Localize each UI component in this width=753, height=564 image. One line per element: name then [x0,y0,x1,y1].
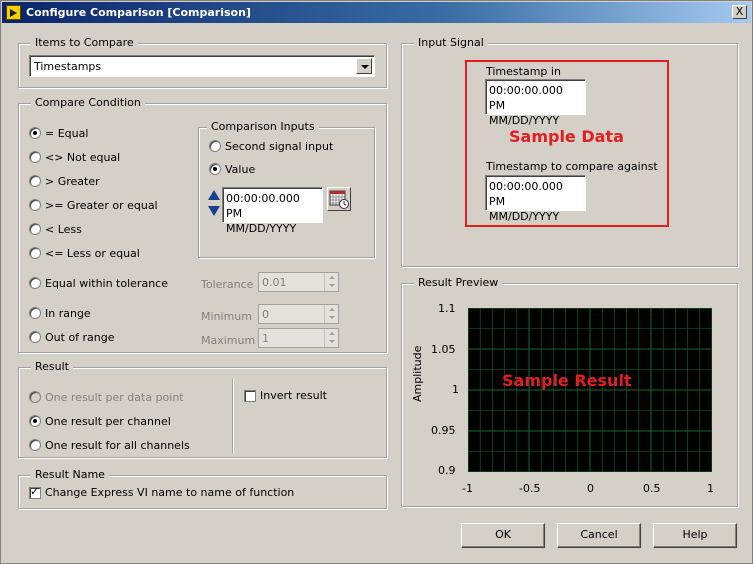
plot-grid [467,307,713,473]
compare-against-field[interactable]: 00:00:00.000 PM MM/DD/YYYY [485,175,586,223]
invert-result-checkbox[interactable] [244,390,256,402]
minimum-stepper[interactable] [324,305,338,323]
radio-less[interactable] [29,223,41,235]
result-preview-plot [467,307,713,473]
arrow-up-icon[interactable] [208,190,220,200]
radio-less-or-equal[interactable] [29,247,41,259]
timestamp-in-date: MM/DD/YYYY [489,114,560,127]
timestamp-increment-decrement[interactable] [208,190,220,218]
items-to-compare-value: Timestamps [34,60,102,73]
timestamp-in-time: 00:00:00.000 PM [489,84,563,112]
comparison-value-timestamp[interactable]: 00:00:00.000 PM MM/DD/YYYY [222,187,323,235]
label-equal: = Equal [45,127,89,140]
compare-condition-title: Compare Condition [31,96,145,109]
calendar-button[interactable] [327,187,351,211]
result-divider [232,379,233,453]
y-tick-label: 1 [452,383,459,396]
change-vi-name-label: Change Express VI name to name of functi… [45,486,295,499]
y-tick-label: 0.95 [431,424,456,437]
radio-one-result-for-all-channels[interactable] [29,439,41,451]
comparison-value-date: MM/DD/YYYY [226,222,297,235]
compare-against-label: Timestamp to compare against [486,160,658,173]
maximum-field[interactable]: 1 [258,328,339,348]
result-name-title: Result Name [31,468,109,481]
compare-against-time: 00:00:00.000 PM [489,180,563,208]
y-tick-label: 1.05 [431,343,456,356]
radio-out-of-range[interactable] [29,331,41,343]
x-tick-label: 0 [587,482,594,495]
minimum-label: Minimum [201,310,252,323]
comparison-value-time: 00:00:00.000 PM [226,192,300,220]
label-second-signal-input: Second signal input [225,140,334,153]
radio-not-equal[interactable] [29,151,41,163]
tolerance-field[interactable]: 0.01 [258,272,339,292]
calendar-icon [329,190,349,209]
label-one-result-per-data-point: One result per data point [45,391,184,404]
label-out-of-range: Out of range [45,331,115,344]
maximum-value: 1 [262,332,269,345]
x-tick-label: 0.5 [643,482,661,495]
maximum-stepper[interactable] [324,329,338,347]
timestamp-in-field[interactable]: 00:00:00.000 PM MM/DD/YYYY [485,79,586,127]
radio-second-signal-input[interactable] [209,140,221,152]
close-button[interactable]: X [732,5,747,19]
label-in-range: In range [45,307,91,320]
help-button[interactable]: Help [653,523,737,548]
items-to-compare-title: Items to Compare [31,36,138,49]
cancel-button[interactable]: Cancel [557,523,641,548]
change-vi-name-checkbox[interactable] [29,485,41,499]
label-one-result-for-all-channels: One result for all channels [45,439,190,452]
comparison-inputs-title: Comparison Inputs [207,120,319,133]
x-tick-label: -1 [462,482,473,495]
radio-equal-within-tolerance[interactable] [29,277,41,289]
radio-value[interactable] [209,163,221,175]
timestamp-in-label: Timestamp in [486,65,561,78]
y-axis-label: Amplitude [411,345,424,402]
x-tick-label: 1 [707,482,714,495]
radio-in-range[interactable] [29,307,41,319]
label-greater-or-equal: >= Greater or equal [45,199,158,212]
label-greater: > Greater [45,175,100,188]
label-not-equal: <> Not equal [45,151,121,164]
labview-app-icon [6,5,21,20]
y-tick-label: 0.9 [438,464,456,477]
minimum-field[interactable]: 0 [258,304,339,324]
minimum-value: 0 [262,308,269,321]
radio-greater[interactable] [29,175,41,187]
result-preview-title: Result Preview [414,276,503,289]
label-equal-within-tolerance: Equal within tolerance [45,277,168,290]
ok-button[interactable]: OK [461,523,545,548]
result-title: Result [31,360,73,373]
tolerance-stepper[interactable] [324,273,338,291]
dialog-window: Configure Comparison [Comparison] X Item… [0,0,753,564]
compare-against-date: MM/DD/YYYY [489,210,560,223]
sample-result-label: Sample Result [502,371,632,390]
radio-greater-or-equal[interactable] [29,199,41,211]
items-to-compare-select[interactable]: Timestamps [29,55,375,77]
chevron-down-icon[interactable] [356,58,372,74]
radio-one-result-per-channel[interactable] [29,415,41,427]
label-less-or-equal: <= Less or equal [45,247,140,260]
label-value: Value [225,163,256,176]
arrow-down-icon[interactable] [208,206,220,216]
x-tick-label: -0.5 [519,482,541,495]
title-bar: Configure Comparison [Comparison] X [2,2,751,23]
tolerance-label: Tolerance [201,278,254,291]
tolerance-value: 0.01 [262,276,287,289]
radio-one-result-per-data-point[interactable] [29,391,41,403]
label-one-result-per-channel: One result per channel [45,415,171,428]
label-less: < Less [45,223,82,236]
invert-result-label: Invert result [260,389,327,402]
input-signal-title: Input Signal [414,36,488,49]
sample-data-label: Sample Data [509,127,624,146]
maximum-label: Maximum [201,334,256,347]
radio-equal[interactable] [29,127,41,139]
y-tick-label: 1.1 [438,302,456,315]
window-title: Configure Comparison [Comparison] [26,6,251,19]
